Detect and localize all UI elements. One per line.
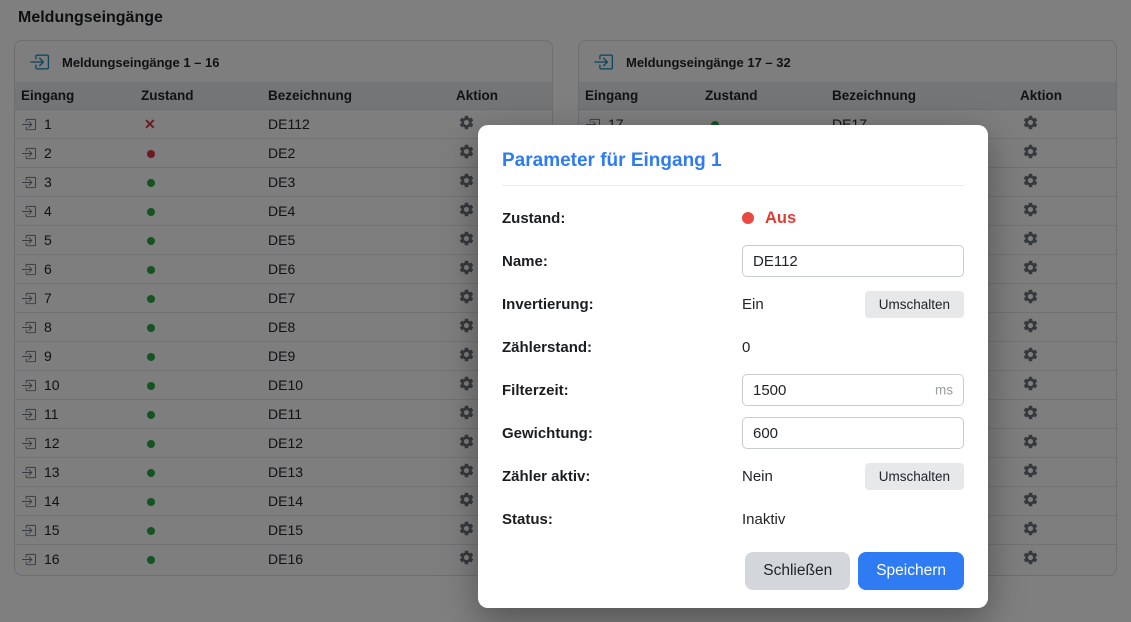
close-button[interactable]: Schließen — [745, 552, 850, 590]
state-dot-icon — [742, 212, 754, 224]
invertierung-toggle-button[interactable]: Umschalten — [865, 291, 964, 318]
field-row-zaehlerstand: Zählerstand: 0 — [502, 331, 964, 363]
modal-actions: Schließen Speichern — [502, 552, 964, 590]
zaehler-aktiv-toggle-button[interactable]: Umschalten — [865, 463, 964, 490]
state-value: Aus — [765, 209, 796, 228]
field-label: Zähler aktiv: — [502, 468, 742, 485]
field-label: Zustand: — [502, 210, 742, 227]
field-label: Status: — [502, 511, 742, 528]
field-label: Invertierung: — [502, 296, 742, 313]
modal-title: Parameter für Eingang 1 — [502, 150, 964, 172]
field-label: Filterzeit: — [502, 382, 742, 399]
field-label: Zählerstand: — [502, 339, 742, 356]
divider — [502, 185, 964, 186]
field-row-name: Name: — [502, 245, 964, 277]
field-row-invertierung: Invertierung: Ein Umschalten — [502, 288, 964, 320]
parameter-modal: Parameter für Eingang 1 Zustand: Aus Nam… — [478, 125, 988, 608]
field-row-status: Status: Inaktiv — [502, 503, 964, 535]
field-row-zaehler-aktiv: Zähler aktiv: Nein Umschalten — [502, 460, 964, 492]
field-label: Gewichtung: — [502, 425, 742, 442]
field-row-gewichtung: Gewichtung: — [502, 417, 964, 449]
zaehlerstand-value: 0 — [742, 339, 750, 356]
invertierung-value: Ein — [742, 296, 764, 313]
name-input[interactable] — [742, 245, 964, 277]
status-value: Inaktiv — [742, 511, 785, 528]
zaehler-aktiv-value: Nein — [742, 468, 773, 485]
filterzeit-input[interactable] — [742, 374, 964, 406]
save-button[interactable]: Speichern — [858, 552, 964, 590]
field-label: Name: — [502, 253, 742, 270]
field-row-filterzeit: Filterzeit: ms — [502, 374, 964, 406]
field-row-zustand: Zustand: Aus — [502, 202, 964, 234]
gewichtung-input[interactable] — [742, 417, 964, 449]
